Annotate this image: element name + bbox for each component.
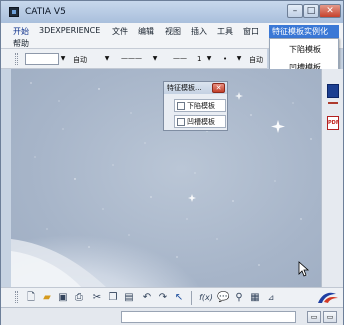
layer-auto-label: 自动: [249, 56, 263, 64]
print-icon[interactable]: ⎙: [73, 292, 85, 304]
feature-panel-titlebar[interactable]: 特征模板... ✕: [164, 82, 227, 94]
menu-insert[interactable]: 插入: [191, 26, 207, 37]
menu-3dexperience[interactable]: 3DEXPERIENCE: [39, 26, 100, 35]
graphic-properties-toolbar: ▼ 自动 ▼ ——— ▼ —— 1 ▼ • ▼ 自动: [1, 49, 267, 69]
chevron-down-icon[interactable]: ▼: [59, 53, 67, 65]
toolbar-grip[interactable]: [15, 291, 18, 303]
title-bar[interactable]: CATIA V5 – □ ✕: [1, 1, 343, 23]
menu-file[interactable]: 文件: [112, 26, 128, 37]
menu-highlight-label: 特征模板实例化: [272, 27, 328, 36]
compass-icon[interactable]: [327, 84, 339, 98]
chevron-down-icon[interactable]: ▼: [235, 53, 243, 65]
status-button-2[interactable]: ▭: [323, 311, 337, 323]
feature-panel-title: 特征模板...: [167, 84, 202, 92]
line-type-selector[interactable]: ———: [119, 53, 149, 65]
table-icon[interactable]: ▦: [249, 292, 261, 304]
parameter-icon[interactable]: ⊿: [265, 292, 277, 304]
chevron-down-icon[interactable]: ▼: [151, 53, 159, 65]
feature-template-panel: 特征模板... ✕ 下陷模板 凹槽模板: [163, 81, 228, 131]
sensor-icon[interactable]: ⚲: [233, 292, 245, 304]
close-window-button[interactable]: ✕: [319, 4, 341, 18]
toolbar-separator: [191, 291, 192, 305]
formula-icon[interactable]: f(x): [197, 292, 215, 304]
menu-edit[interactable]: 编辑: [138, 26, 154, 37]
new-icon[interactable]: 🗋: [25, 292, 37, 304]
sink-template-label: 下陷模板: [187, 102, 215, 110]
standard-toolbar: 🗋 ▰ ▣ ⎙ ✂ ❐ ▤ ↶ ↷ ↖ f(x) 💬 ⚲ ▦ ⊿: [1, 287, 343, 307]
transparency-auto-label: 自动: [73, 56, 87, 64]
status-button-1[interactable]: ▭: [307, 311, 321, 323]
catia-logo-icon: [318, 292, 338, 303]
groove-template-button[interactable]: 凹槽模板: [174, 115, 226, 128]
sink-template-icon: [177, 102, 185, 110]
open-icon[interactable]: ▰: [41, 292, 53, 304]
feature-panel-close-button[interactable]: ✕: [212, 83, 225, 93]
pdf-icon[interactable]: PDF: [327, 116, 339, 130]
cut-icon[interactable]: ✂: [91, 292, 103, 304]
line-thickness-value: 1: [197, 55, 202, 63]
groove-template-label: 凹槽模板: [187, 118, 215, 126]
menu-view[interactable]: 视图: [165, 26, 181, 37]
right-toolbar: PDF: [321, 69, 343, 287]
sink-template-button[interactable]: 下陷模板: [174, 99, 226, 112]
toolbar-grip[interactable]: [15, 53, 18, 65]
paste-icon[interactable]: ▤: [123, 292, 135, 304]
chevron-down-icon[interactable]: ▼: [205, 53, 213, 65]
whats-this-icon[interactable]: ↖: [173, 292, 185, 304]
groove-template-icon: [177, 118, 185, 126]
comment-icon[interactable]: 💬: [217, 292, 229, 304]
mouse-cursor-icon: [298, 261, 310, 277]
undo-icon[interactable]: ↶: [141, 292, 153, 304]
maximize-button[interactable]: □: [303, 4, 319, 18]
window-title: CATIA V5: [25, 7, 66, 17]
catia-app-icon: [9, 7, 19, 17]
menu-help[interactable]: 帮助: [13, 38, 29, 49]
catia-window: CATIA V5 – □ ✕ 开始 3DEXPERIENCE 文件 编辑 视图 …: [0, 0, 344, 325]
menu-window[interactable]: 窗口: [243, 26, 259, 37]
status-bar: ▭ ▭: [1, 307, 343, 325]
chevron-down-icon[interactable]: ▼: [103, 53, 111, 65]
save-icon[interactable]: ▣: [57, 292, 69, 304]
command-input[interactable]: [121, 311, 296, 323]
color-picker[interactable]: [25, 53, 59, 65]
toolbar-separator: [328, 102, 338, 104]
minimize-button[interactable]: –: [287, 4, 303, 18]
copy-icon[interactable]: ❐: [107, 292, 119, 304]
point-type-selector[interactable]: •: [223, 55, 227, 63]
dropdown-item-sink-template[interactable]: 下陷模板: [289, 44, 321, 55]
menu-feature-template-instantiation[interactable]: 特征模板实例化: [269, 25, 339, 38]
menu-start[interactable]: 开始: [13, 26, 29, 37]
menu-tools[interactable]: 工具: [217, 26, 233, 37]
line-thickness-selector[interactable]: ——: [171, 53, 197, 65]
redo-icon[interactable]: ↷: [157, 292, 169, 304]
